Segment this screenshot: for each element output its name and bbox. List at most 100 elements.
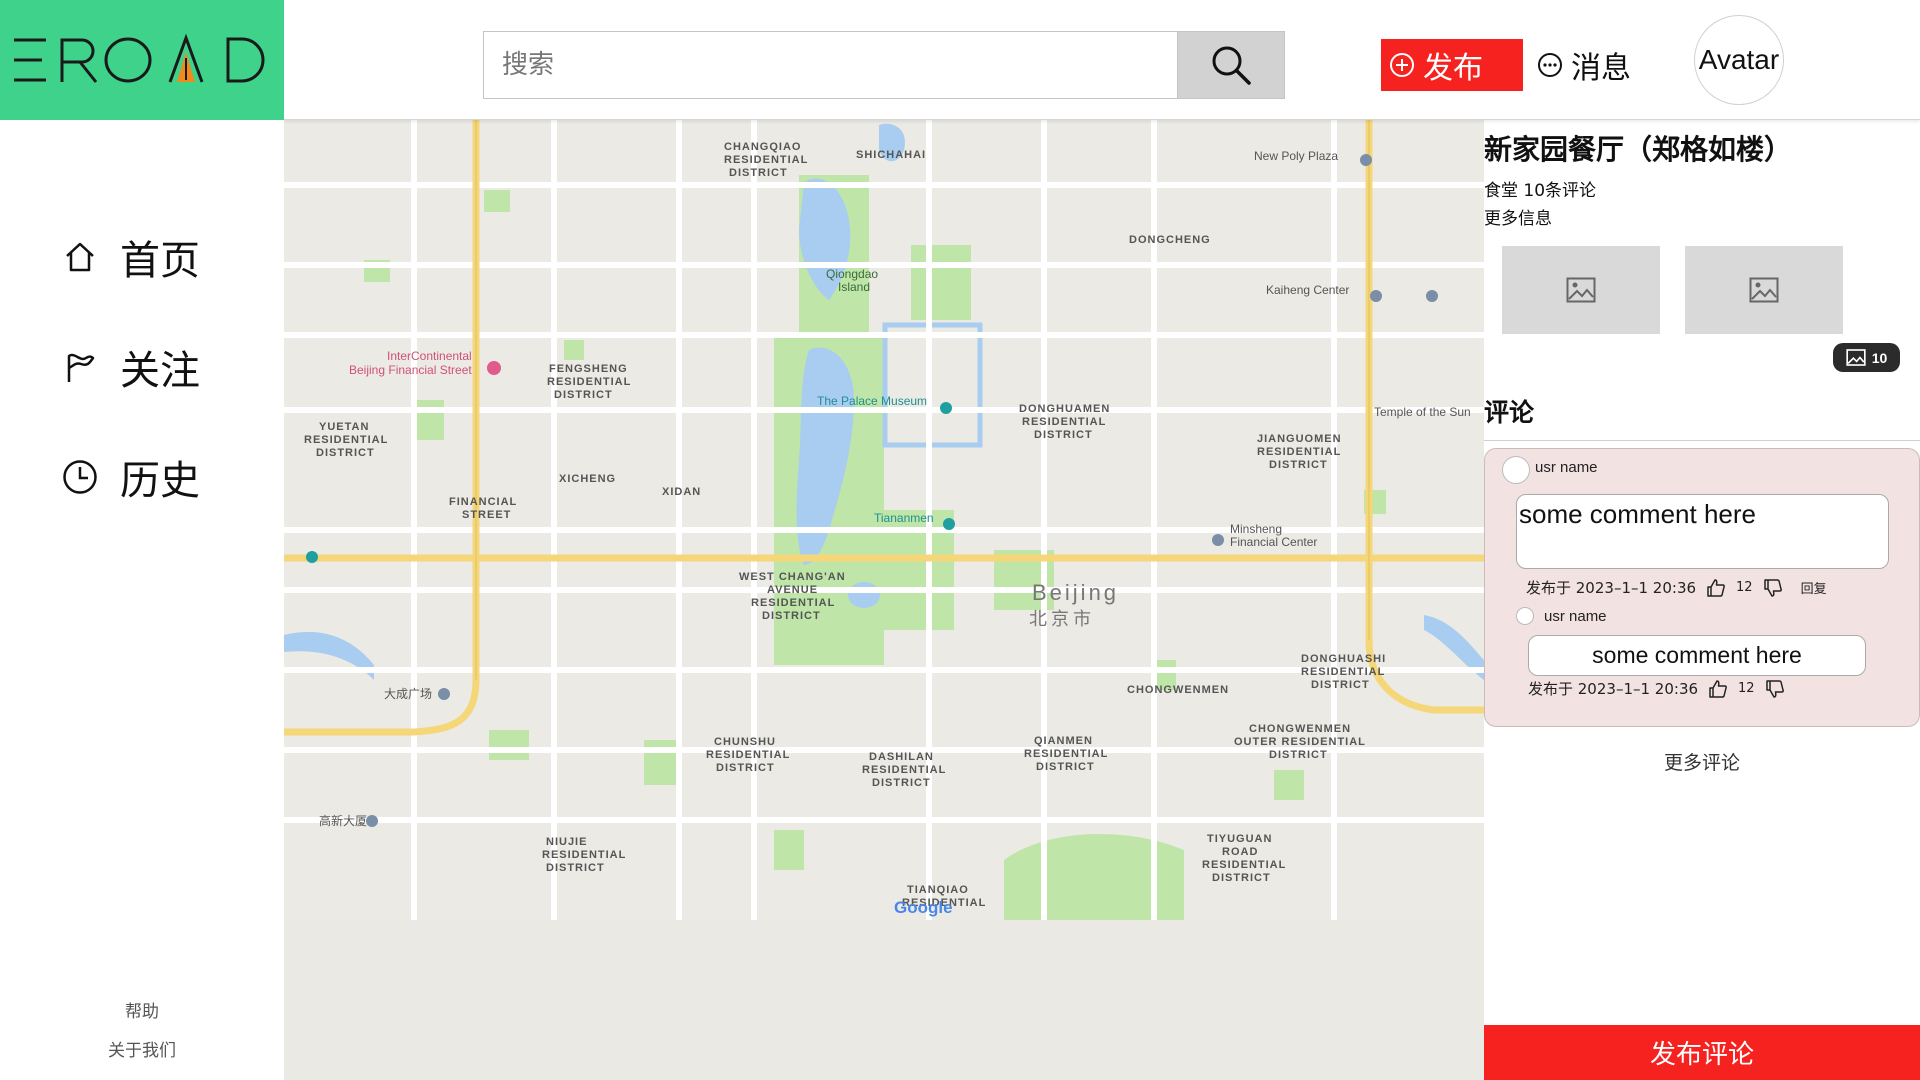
svg-text:DISTRICT: DISTRICT (1269, 459, 1328, 471)
top-header: 发布 消息 Avatar (284, 0, 1920, 120)
comments-heading: 评论 (1484, 398, 1535, 427)
clock-icon (60, 457, 100, 497)
thumbs-up-icon[interactable] (1708, 679, 1728, 699)
svg-text:DISTRICT: DISTRICT (554, 389, 613, 401)
publish-button[interactable]: 发布 (1381, 39, 1523, 91)
commenter-name[interactable]: usr name (1535, 459, 1598, 476)
photo-thumbnail[interactable] (1502, 246, 1660, 334)
comment-meta-row: 发布于 2023–1–1 20:36 12 回复 (1526, 577, 1827, 598)
messages-button[interactable]: 消息 (1537, 40, 1631, 90)
comment-timestamp: 发布于 2023–1–1 20:36 (1528, 680, 1699, 698)
comment-meta-row: 发布于 2023–1–1 20:36 12 (1528, 678, 1785, 699)
svg-text:RESIDENTIAL: RESIDENTIAL (1022, 416, 1106, 428)
commenter-avatar[interactable] (1516, 607, 1534, 625)
svg-text:DISTRICT: DISTRICT (1034, 429, 1093, 441)
map-footer-area (284, 920, 1484, 1080)
svg-text:大成广场: 大成广场 (384, 687, 432, 701)
svg-text:DISTRICT: DISTRICT (316, 447, 375, 459)
svg-text:DISTRICT: DISTRICT (872, 777, 931, 789)
thumbs-down-icon[interactable] (1765, 679, 1785, 699)
svg-text:OUTER RESIDENTIAL: OUTER RESIDENTIAL (1234, 736, 1366, 748)
logo[interactable] (0, 0, 284, 120)
sidebar-item-history[interactable]: 历史 (60, 447, 200, 507)
help-link[interactable]: 帮助 (0, 997, 284, 1022)
svg-text:Kaiheng Center: Kaiheng Center (1266, 283, 1349, 297)
svg-text:Financial Center: Financial Center (1230, 535, 1317, 549)
svg-text:RESIDENTIAL: RESIDENTIAL (1257, 446, 1341, 458)
commenter-avatar[interactable] (1502, 456, 1530, 484)
search-button[interactable] (1177, 32, 1284, 98)
place-meta: 食堂 10条评论 (1484, 181, 1597, 201)
svg-text:CHONGWENMEN: CHONGWENMEN (1127, 684, 1229, 696)
commenter-name[interactable]: usr name (1544, 608, 1607, 625)
more-comments-link[interactable]: 更多评论 (1484, 748, 1920, 775)
plus-circle-icon (1390, 53, 1414, 77)
sidebar-item-label: 首页 (120, 238, 200, 284)
svg-text:TIYUGUAN: TIYUGUAN (1207, 833, 1272, 845)
svg-text:RESIDENTIAL: RESIDENTIAL (724, 154, 808, 166)
photo-thumbnail[interactable] (1685, 246, 1843, 334)
svg-text:RESIDENTIAL: RESIDENTIAL (706, 749, 790, 761)
flag-icon (60, 347, 100, 387)
svg-text:FENGSHENG: FENGSHENG (549, 363, 628, 375)
avatar[interactable]: Avatar (1694, 15, 1784, 105)
gallery-icon (1846, 349, 1866, 366)
svg-text:Island: Island (838, 280, 870, 294)
svg-text:TIANQIAO: TIANQIAO (907, 884, 969, 896)
svg-text:RESIDENTIAL: RESIDENTIAL (1024, 748, 1108, 760)
svg-text:Qiongdao: Qiongdao (826, 267, 878, 281)
home-icon (60, 237, 100, 277)
svg-text:CHUNSHU: CHUNSHU (714, 736, 776, 748)
svg-text:YUETAN: YUETAN (319, 421, 369, 433)
svg-text:Minsheng: Minsheng (1230, 522, 1282, 536)
sidebar-item-follow[interactable]: 关注 (60, 337, 200, 397)
post-comment-button[interactable]: 发布评论 (1484, 1025, 1920, 1080)
svg-text:DONGCHENG: DONGCHENG (1129, 234, 1211, 246)
more-info-link[interactable]: 更多信息 (1484, 204, 1552, 229)
comment-text: some comment here (1516, 494, 1889, 569)
svg-text:DASHILAN: DASHILAN (869, 751, 934, 763)
thumbs-up-icon[interactable] (1706, 578, 1726, 598)
map-canvas[interactable]: CHANGQIAO RESIDENTIAL DISTRICT SHICHAHAI… (284, 120, 1484, 920)
svg-text:高新大厦: 高新大厦 (319, 813, 367, 828)
svg-text:Beijing Financial Street: Beijing Financial Street (349, 363, 472, 377)
like-count: 12 (1736, 580, 1753, 595)
photo-count: 10 (1871, 349, 1888, 366)
eroad-logo (14, 33, 265, 83)
svg-text:RESIDENTIAL: RESIDENTIAL (1301, 666, 1385, 678)
svg-text:RESIDENTIAL: RESIDENTIAL (751, 597, 835, 609)
chat-bubble-icon (1538, 53, 1562, 77)
svg-text:FINANCIAL: FINANCIAL (449, 496, 517, 508)
svg-text:DISTRICT: DISTRICT (1212, 872, 1271, 884)
avatar-label: Avatar (1698, 44, 1780, 75)
reply-button[interactable]: 回复 (1801, 578, 1827, 597)
search-bar (483, 31, 1285, 99)
svg-text:New Poly Plaza: New Poly Plaza (1254, 149, 1338, 163)
svg-text:RESIDENTIAL: RESIDENTIAL (862, 764, 946, 776)
svg-text:Beijing: Beijing (1032, 580, 1119, 605)
like-count: 12 (1738, 681, 1755, 696)
photo-count-badge[interactable]: 10 (1833, 343, 1900, 372)
search-input[interactable] (484, 32, 1177, 98)
svg-text:WEST CHANG'AN: WEST CHANG'AN (739, 571, 846, 583)
svg-text:DISTRICT: DISTRICT (1036, 761, 1095, 773)
svg-text:RESIDENTIAL: RESIDENTIAL (547, 376, 631, 388)
place-title: 新家园餐厅（郑格如楼） (1484, 133, 1793, 166)
sidebar-item-label: 关注 (120, 348, 200, 394)
svg-text:DONGHUAMEN: DONGHUAMEN (1019, 403, 1110, 415)
thumbs-down-icon[interactable] (1763, 578, 1783, 598)
svg-text:The Palace Museum: The Palace Museum (817, 394, 927, 408)
image-icon (1749, 277, 1779, 303)
about-link[interactable]: 关于我们 (0, 1036, 284, 1061)
svg-text:QIANMEN: QIANMEN (1034, 735, 1093, 747)
left-sidebar: 首页 关注 历史 帮助 关于我们 (0, 120, 284, 1080)
svg-text:RESIDENTIAL: RESIDENTIAL (304, 434, 388, 446)
svg-text:NIUJIE: NIUJIE (546, 836, 587, 848)
svg-text:DISTRICT: DISTRICT (729, 167, 788, 179)
svg-text:AVENUE: AVENUE (767, 584, 818, 596)
svg-text:DISTRICT: DISTRICT (716, 762, 775, 774)
svg-text:RESIDENTIAL: RESIDENTIAL (1202, 859, 1286, 871)
svg-text:Tiananmen: Tiananmen (874, 511, 934, 525)
map-view[interactable]: CHANGQIAO RESIDENTIAL DISTRICT SHICHAHAI… (284, 120, 1484, 920)
sidebar-item-home[interactable]: 首页 (60, 227, 200, 287)
